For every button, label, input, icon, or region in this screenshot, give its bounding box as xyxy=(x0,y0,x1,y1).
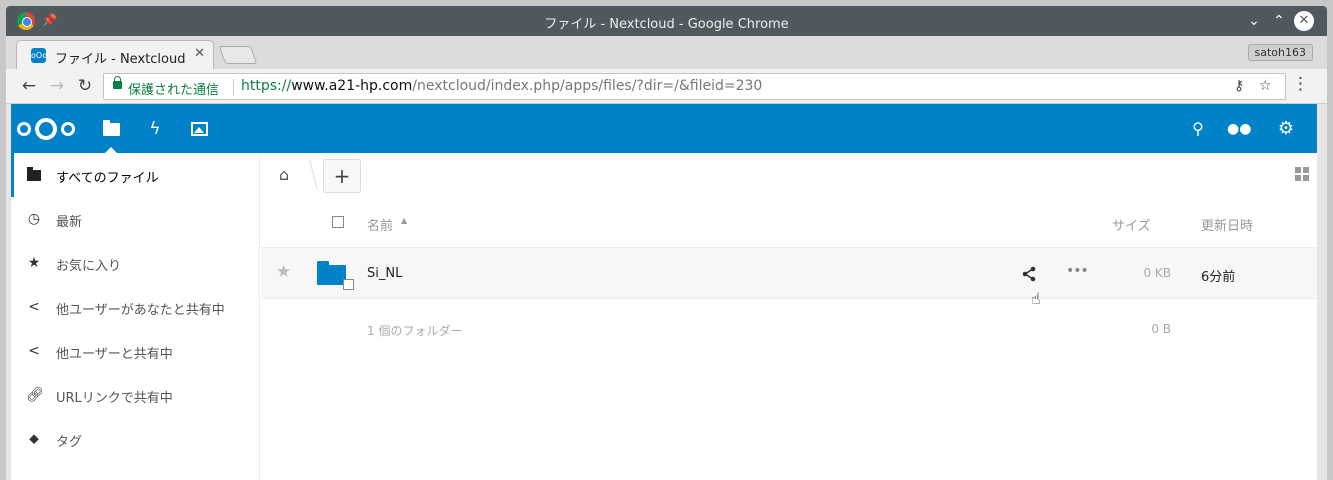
sort-ascending-icon: ▲ xyxy=(401,216,408,225)
back-button[interactable]: ← xyxy=(18,75,40,97)
hand-cursor-icon: ☝ xyxy=(1031,289,1041,308)
tab-close-icon[interactable]: ✕ xyxy=(194,46,205,61)
maximize-button[interactable]: ⌃ xyxy=(1269,11,1289,31)
omnibox-separator xyxy=(233,79,234,95)
sidebar-item-favorites[interactable]: ★ お気に入り xyxy=(11,241,260,285)
files-page: すべてのファイル ◷ 最新 ★ お気に入り < 他ユーザーがあなたと共有中 < … xyxy=(11,153,1317,480)
app-navigation: すべてのファイル ◷ 最新 ★ お気に入り < 他ユーザーがあなたと共有中 < … xyxy=(11,153,260,480)
favorite-star-icon[interactable]: ★ xyxy=(276,262,291,282)
url-text[interactable]: https://www.a21-hp.com/nextcloud/index.p… xyxy=(241,78,762,94)
more-actions-icon[interactable]: ••• xyxy=(1066,263,1089,279)
file-summary: 1 個のフォルダー xyxy=(367,324,463,338)
sidebar-item-shared-with-others[interactable]: < 他ユーザーと共有中 xyxy=(11,329,260,373)
lock-icon xyxy=(113,76,122,89)
sidebar-item-tags[interactable]: ⬥ タグ xyxy=(11,417,260,461)
file-size: 0 KB xyxy=(1143,266,1171,280)
sidebar-item-label: 他ユーザーがあなたと共有中 xyxy=(56,303,225,318)
sidebar-item-all-files[interactable]: すべてのファイル xyxy=(11,153,260,197)
close-window-button[interactable]: ✕ xyxy=(1294,11,1314,31)
grid-view-icon[interactable] xyxy=(1295,167,1309,181)
sidebar-item-label: タグ xyxy=(56,435,83,450)
url-host: www.a21-hp.com xyxy=(291,78,413,94)
activity-icon[interactable]: ϟ xyxy=(144,118,166,140)
nextcloud-logo[interactable] xyxy=(17,117,81,141)
sidebar-item-recent[interactable]: ◷ 最新 xyxy=(11,197,260,241)
files-icon[interactable] xyxy=(100,118,122,153)
link-icon: 🔗︎ xyxy=(26,387,44,403)
select-all-checkbox[interactable] xyxy=(332,216,344,228)
file-name[interactable]: Si_NL xyxy=(367,266,402,281)
profile-button[interactable]: satoh163 xyxy=(1247,44,1313,61)
sidebar-item-label: 他ユーザーと共有中 xyxy=(56,347,173,362)
window-title: ファイル - Nextcloud - Google Chrome xyxy=(544,17,789,32)
folder-icon xyxy=(317,261,354,290)
sidebar-item-label: すべてのファイル xyxy=(56,171,159,186)
title-bar: 📌 ファイル - Nextcloud - Google Chrome ⌄ ⌃ ✕ xyxy=(6,6,1327,36)
share-icon: < xyxy=(28,299,40,315)
table-row[interactable]: ★ Si_NL ••• 0 KB 6分前 xyxy=(261,248,1317,299)
security-label: 保護された通信 xyxy=(128,83,220,98)
breadcrumb-separator xyxy=(298,159,318,191)
star-icon: ★ xyxy=(27,255,41,271)
url-path: /nextcloud/index.php/apps/files/?dir=/&f… xyxy=(412,78,763,94)
file-list-header: 名前 ▲ サイズ 更新日時 xyxy=(261,200,1317,248)
sidebar-item-shared-by-link[interactable]: 🔗︎ URLリンクで共有中 xyxy=(11,373,260,417)
gallery-icon[interactable] xyxy=(188,118,210,140)
home-icon[interactable]: ⌂ xyxy=(279,165,299,185)
sidebar-item-shared-with-you[interactable]: < 他ユーザーがあなたと共有中 xyxy=(11,285,260,329)
nextcloud-favicon-icon: oOo xyxy=(31,48,47,63)
bookmark-star-icon[interactable]: ☆ xyxy=(1259,78,1272,94)
sidebar-item-label: お気に入り xyxy=(56,259,122,274)
column-size-header[interactable]: サイズ xyxy=(1112,215,1151,234)
column-name-header[interactable]: 名前 xyxy=(367,215,393,234)
forward-button[interactable]: → xyxy=(46,75,68,97)
contacts-icon[interactable]: ●● xyxy=(1227,118,1251,140)
url-scheme: https:// xyxy=(241,78,292,94)
column-modified-header[interactable]: 更新日時 xyxy=(1201,215,1253,234)
new-file-button[interactable]: + xyxy=(323,159,361,193)
tab-label: ファイル - Nextcloud xyxy=(55,52,186,67)
chrome-menu-icon[interactable]: ⋮ xyxy=(1292,74,1309,94)
summary-size: 0 B xyxy=(1151,322,1171,336)
settings-icon[interactable]: ⚙ xyxy=(1275,118,1297,140)
browser-toolbar: ← → ↻ 保護された通信 https://www.a21-hp.com/nex… xyxy=(6,69,1327,104)
file-modified: 6分前 xyxy=(1201,270,1236,285)
share-icon[interactable] xyxy=(1021,266,1037,282)
files-content: ⌂ + 名前 ▲ サイズ 更新日時 ★ Si_NL ••• 0 KB 6分前 ☝… xyxy=(261,153,1317,480)
tab-files-nextcloud[interactable]: oOo ファイル - Nextcloud ✕ xyxy=(16,40,214,69)
browser-window: 📌 ファイル - Nextcloud - Google Chrome ⌄ ⌃ ✕… xyxy=(6,6,1327,480)
address-bar[interactable]: 保護された通信 https://www.a21-hp.com/nextcloud… xyxy=(103,73,1286,100)
nextcloud-header: ϟ ⚲ ●● ⚙ xyxy=(11,104,1317,153)
key-icon[interactable]: ⚷ xyxy=(1234,78,1244,94)
clock-icon: ◷ xyxy=(27,211,41,227)
search-icon[interactable]: ⚲ xyxy=(1187,118,1209,140)
minimize-button[interactable]: ⌄ xyxy=(1244,11,1264,31)
reload-button[interactable]: ↻ xyxy=(74,75,96,97)
tag-icon: ⬥ xyxy=(29,431,39,447)
tab-strip: oOo ファイル - Nextcloud ✕ satoh163 xyxy=(6,36,1327,69)
row-checkbox[interactable] xyxy=(343,279,354,290)
share-icon: < xyxy=(28,343,40,359)
sidebar-item-label: URLリンクで共有中 xyxy=(56,391,173,406)
folder-icon xyxy=(26,167,42,183)
sidebar-item-label: 最新 xyxy=(56,215,83,230)
new-tab-button[interactable] xyxy=(218,46,258,64)
